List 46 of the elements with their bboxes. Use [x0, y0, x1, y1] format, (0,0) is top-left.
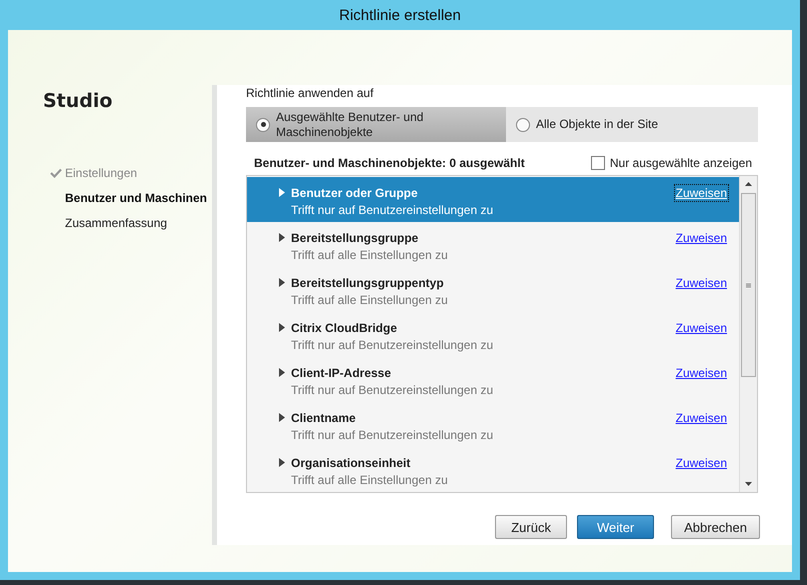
scope-option[interactable]: Ausgewählte Benutzer- und Maschinenobjekte — [246, 107, 506, 142]
object-description: Trifft nur auf Benutzereinstellungen zu — [291, 383, 494, 397]
list-heading: Benutzer- und Maschinenobjekte: 0 ausgewählt — [254, 156, 525, 170]
radio-button[interactable] — [256, 118, 270, 132]
object-name: Benutzer oder Gruppe — [291, 186, 419, 200]
sidebar-title: Studio — [43, 90, 114, 112]
window-title: Richtlinie erstellen — [338, 6, 462, 26]
object-name: Organisationseinheit — [291, 456, 412, 470]
wizard-button[interactable]: Abbrechen — [671, 515, 760, 539]
object-name: Bereitstellungsgruppe — [291, 231, 420, 245]
expand-arrow-icon[interactable] — [279, 188, 285, 197]
assign-link[interactable]: Zuweisen — [676, 456, 727, 470]
object-name: Clientname — [291, 411, 357, 425]
filter-checkbox[interactable]: Nur ausgewählte anzeigen — [590, 156, 752, 170]
wizard-button[interactable]: Weiter — [577, 515, 654, 539]
object-description: Trifft nur auf Benutzereinstellungen zu — [291, 338, 494, 352]
expand-arrow-icon[interactable] — [279, 458, 285, 467]
wizard-button[interactable]: Zurück — [495, 515, 568, 539]
scope-option[interactable]: Alle Objekte in der Site — [506, 107, 758, 142]
object-description: Trifft auf alle Einstellungen zu — [291, 248, 449, 262]
object-name: Bereitstellungsgruppentyp — [291, 276, 445, 290]
object-description: Trifft nur auf Benutzereinstellungen zu — [291, 203, 494, 217]
expand-arrow-icon[interactable] — [279, 413, 285, 422]
section-label: Richtlinie anwenden auf — [246, 86, 374, 100]
assign-link[interactable]: Zuweisen — [676, 411, 727, 425]
expand-arrow-icon[interactable] — [279, 323, 285, 332]
assign-link[interactable]: Zuweisen — [676, 186, 727, 200]
object-name: Citrix CloudBridge — [291, 321, 398, 335]
assign-link[interactable]: Zuweisen — [676, 321, 727, 335]
object-description: Trifft nur auf Benutzereinstellungen zu — [291, 428, 494, 442]
assign-link[interactable]: Zuweisen — [676, 276, 727, 290]
wizard-step[interactable]: Benutzer und Maschinen — [43, 189, 212, 206]
check-icon — [50, 168, 62, 178]
object-row[interactable]: Benutzer oder Gruppe Trifft nur auf Benutzereinstellungen zu Zuweisen — [247, 177, 739, 222]
object-description: Trifft auf alle Einstellungen zu — [291, 293, 449, 307]
expand-arrow-icon[interactable] — [279, 233, 285, 242]
expand-arrow-icon[interactable] — [279, 278, 285, 287]
scrollbar[interactable] — [739, 176, 757, 492]
expand-arrow-icon[interactable] — [279, 368, 285, 377]
assign-link[interactable]: Zuweisen — [676, 366, 727, 380]
grip-icon[interactable] — [746, 282, 751, 288]
radio-button[interactable] — [516, 118, 530, 132]
object-description: Trifft auf alle Einstellungen zu — [291, 473, 449, 487]
object-name: Client-IP-Adresse — [291, 366, 392, 380]
wizard-step[interactable]: Zusammenfassung — [43, 214, 212, 231]
assign-link[interactable]: Zuweisen — [676, 231, 727, 245]
